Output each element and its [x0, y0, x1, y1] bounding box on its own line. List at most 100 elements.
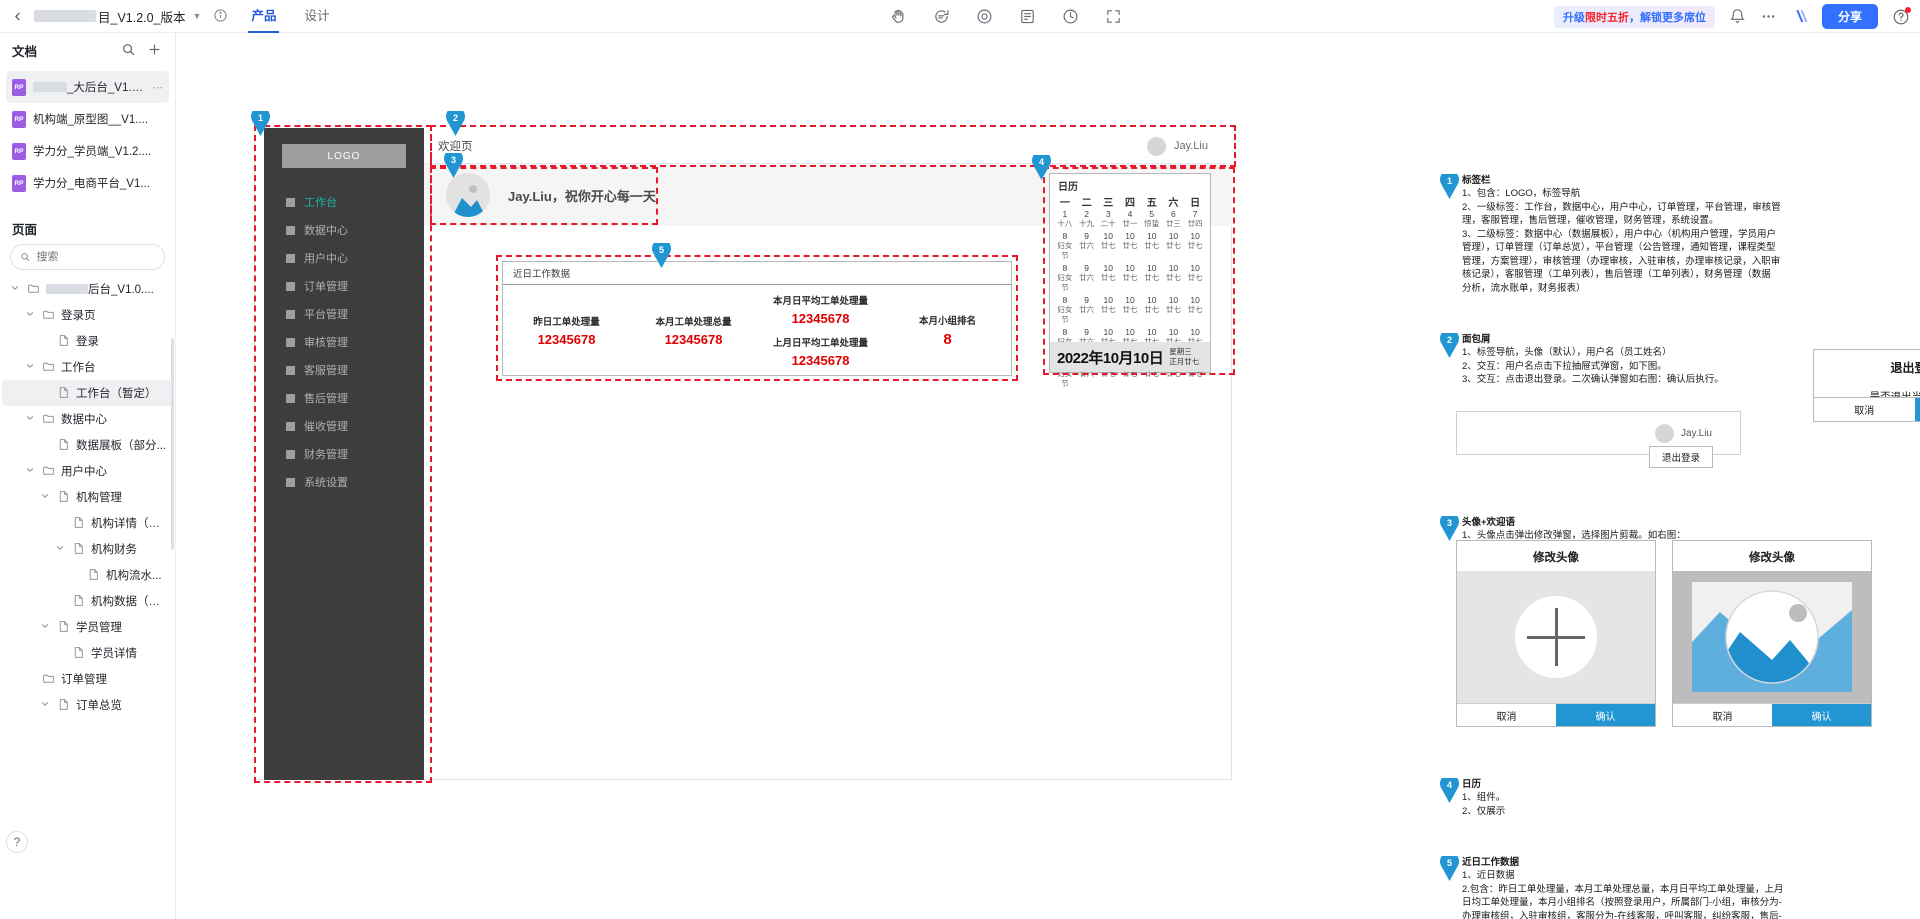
back-button[interactable] — [0, 0, 34, 33]
chevron-down-icon[interactable] — [40, 491, 52, 503]
tree-node[interactable]: 学员详情 — [2, 640, 173, 666]
calendar-day-cell[interactable]: 8妇女节 — [1054, 294, 1076, 326]
calendar-day-cell[interactable]: 10廿七 — [1141, 294, 1163, 326]
tree-node[interactable]: 登录 — [2, 328, 173, 354]
user-popover-row[interactable]: Jay.Liu — [1655, 424, 1712, 443]
avatar-image-cancel-button[interactable]: 取消 — [1673, 704, 1772, 726]
project-title[interactable]: 目_V1.2.0_版本 ▼ — [34, 7, 201, 26]
chevron-down-icon[interactable] — [40, 621, 52, 633]
tree-node[interactable]: 机构管理 — [2, 484, 173, 510]
welcome-avatar[interactable] — [446, 173, 490, 217]
avatar-dialog-image-stage[interactable] — [1673, 571, 1871, 703]
calendar-day-cell[interactable]: 10廿七 — [1097, 262, 1119, 294]
tree-node[interactable]: 机构数据（不... — [2, 588, 173, 614]
chevron-down-icon[interactable]: ▼ — [193, 11, 202, 21]
prototype-canvas[interactable]: LOGO 工作台 数据中心 用户中心 订单管理 平台管理 审核管理 客服管理 售后管理 催收管理… — [176, 33, 1920, 919]
tree-node[interactable]: 学员管理 — [2, 614, 173, 640]
calendar-day-cell[interactable]: 10廿七 — [1141, 230, 1163, 262]
chevron-down-icon[interactable] — [40, 699, 52, 711]
upgrade-banner[interactable]: 升级限时五折，解锁更多席位 — [1553, 5, 1715, 28]
calendar-day-cell[interactable]: 10廿七 — [1184, 230, 1206, 262]
calendar-day-cell[interactable]: 10廿七 — [1097, 294, 1119, 326]
calendar-day-cell[interactable]: 10廿七 — [1097, 230, 1119, 262]
brand-icon[interactable] — [1791, 8, 1808, 25]
fullscreen-icon[interactable] — [1105, 8, 1122, 25]
calendar-day-cell[interactable]: 10廿七 — [1141, 262, 1163, 294]
avatar-empty-cancel-button[interactable]: 取消 — [1457, 704, 1556, 726]
app-menu-item[interactable]: 用户中心 — [264, 244, 424, 272]
tree-node[interactable]: 用户中心 — [2, 458, 173, 484]
calendar-day-cell[interactable]: 9廿六 — [1076, 230, 1098, 262]
calendar-day-cell[interactable]: 10廿七 — [1163, 262, 1185, 294]
page-search-input[interactable] — [36, 251, 155, 263]
calendar-day-cell[interactable]: 8妇女节 — [1054, 262, 1076, 294]
calendar-day-cell[interactable]: 10廿七 — [1184, 262, 1206, 294]
document-list-item[interactable]: RP 机构端_原型图__V1.... — [6, 103, 169, 135]
chevron-down-icon[interactable] — [10, 283, 22, 295]
logout-menu-item[interactable]: 退出登录 — [1649, 446, 1713, 468]
chevron-down-icon[interactable] — [25, 309, 37, 321]
avatar-empty-confirm-button[interactable]: 确认 — [1556, 704, 1655, 726]
add-document-icon[interactable] — [147, 42, 163, 58]
avatar-dialog-empty-stage[interactable] — [1457, 571, 1655, 703]
app-menu-item[interactable]: 财务管理 — [264, 440, 424, 468]
more-icon[interactable] — [1760, 8, 1777, 25]
app-menu-item[interactable]: 审核管理 — [264, 328, 424, 356]
annotation-pin-3[interactable]: 3 — [444, 153, 463, 178]
calendar-day-cell[interactable]: 10廿七 — [1163, 230, 1185, 262]
tree-node[interactable]: 订单总览 — [2, 692, 173, 718]
tree-node[interactable]: 后台_V1.0.... — [2, 276, 173, 302]
calendar-day-cell[interactable]: 10廿七 — [1184, 294, 1206, 326]
tree-node[interactable]: 登录页 — [2, 302, 173, 328]
eye-icon[interactable] — [976, 8, 993, 25]
search-icon[interactable] — [121, 42, 137, 58]
app-menu-item[interactable]: 数据中心 — [264, 216, 424, 244]
calendar-day-cell[interactable]: 10廿七 — [1119, 262, 1141, 294]
app-menu-item[interactable]: 客服管理 — [264, 356, 424, 384]
app-menu-item[interactable]: 系统设置 — [264, 468, 424, 496]
page-search-box[interactable] — [10, 244, 165, 270]
app-menu-item[interactable]: 售后管理 — [264, 384, 424, 412]
chevron-down-icon[interactable] — [25, 465, 37, 477]
note-icon[interactable] — [1019, 8, 1036, 25]
chevron-down-icon[interactable] — [55, 543, 67, 555]
annotation-pin-4[interactable]: 4 — [1032, 155, 1051, 180]
app-menu-item[interactable]: 平台管理 — [264, 300, 424, 328]
annotation-pin-5[interactable]: 5 — [652, 243, 671, 268]
info-icon[interactable] — [213, 8, 229, 24]
app-menu-item[interactable]: 工作台 — [264, 188, 424, 216]
bell-icon[interactable] — [1729, 8, 1746, 25]
tab-design[interactable]: 设计 — [304, 0, 329, 33]
document-list-item[interactable]: RP 学力分_电商平台_V1... — [6, 167, 169, 199]
tab-product[interactable]: 产品 — [248, 0, 280, 33]
tree-node[interactable]: 订单管理 — [2, 666, 173, 692]
tree-node[interactable]: 数据展板（部分... — [2, 432, 173, 458]
calendar-day-cell[interactable]: 8妇女节 — [1054, 230, 1076, 262]
document-list-item[interactable]: RP _大后台_V1.2.... ⋯ — [6, 71, 169, 103]
document-list-item[interactable]: RP 学力分_学员端_V1.2.... — [6, 135, 169, 167]
calendar-day-cell[interactable]: 10廿七 — [1119, 294, 1141, 326]
logout-confirm-button[interactable]: 确认 — [1914, 398, 1920, 421]
page-tree-scrollbar[interactable] — [171, 338, 174, 550]
annotation-pin-1[interactable]: 1 — [251, 111, 270, 136]
calendar-day-cell[interactable]: 10廿七 — [1119, 230, 1141, 262]
tree-node[interactable]: 机构流水... — [2, 562, 173, 588]
chevron-down-icon[interactable] — [25, 361, 37, 373]
calendar-day-cell[interactable]: 9廿六 — [1076, 262, 1098, 294]
app-menu-item[interactable]: 催收管理 — [264, 412, 424, 440]
chevron-down-icon[interactable] — [25, 413, 37, 425]
calendar-day-cell[interactable]: 9廿六 — [1076, 294, 1098, 326]
tree-node[interactable]: 工作台（暂定） — [2, 380, 173, 406]
calendar-day-cell[interactable]: 10廿七 — [1163, 294, 1185, 326]
share-button[interactable]: 分享 — [1821, 4, 1878, 29]
document-more-icon[interactable]: ⋯ — [152, 81, 163, 94]
add-image-plus-icon[interactable] — [1515, 596, 1597, 678]
hand-icon[interactable] — [890, 8, 907, 25]
tree-node[interactable]: 数据中心 — [2, 406, 173, 432]
tree-node[interactable]: 机构详情（有... — [2, 510, 173, 536]
help-icon[interactable] — [1892, 6, 1911, 26]
app-menu-item[interactable]: 订单管理 — [264, 272, 424, 300]
help-question-icon[interactable]: ? — [6, 831, 28, 853]
user-menu[interactable]: Jay.Liu — [1146, 128, 1208, 164]
avatar[interactable] — [1146, 136, 1166, 156]
